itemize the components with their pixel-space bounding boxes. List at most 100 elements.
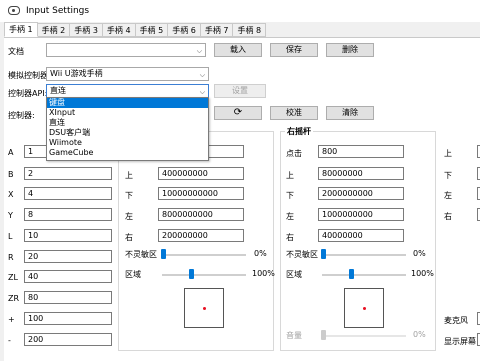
emulated-controller-label: 模拟控制器 [8, 71, 48, 80]
tab-controller-4[interactable]: 手柄 4 [102, 23, 136, 37]
button-label-zr: ZR [8, 294, 20, 303]
dpad-left-label: 左 [444, 191, 452, 200]
left-range-value: 100% [252, 269, 275, 278]
button-label-zl: ZL [8, 273, 18, 282]
load-button[interactable]: 载入 [214, 43, 262, 57]
left-stick-up-field[interactable]: 400000000 [158, 167, 244, 180]
window-title: Input Settings [26, 6, 90, 16]
right-stick-down-field[interactable]: 2000000000 [318, 187, 404, 200]
emulated-controller-value: Wii U游戏手柄 [50, 69, 103, 78]
left-deadzone-value: 0% [254, 249, 267, 258]
title-bar: Input Settings [0, 0, 480, 22]
volume-slider[interactable] [322, 335, 406, 337]
volume-slider-thumb[interactable] [321, 330, 326, 340]
right-deadzone-value: 0% [413, 249, 426, 258]
left-stick-down-field[interactable]: 10000000000 [158, 187, 244, 200]
right-stick-right-label: 右 [286, 233, 294, 242]
right-range-value: 100% [411, 269, 434, 278]
right-stick-up-field[interactable]: 80000000 [318, 167, 404, 180]
left-stick-right-label: 右 [125, 233, 133, 242]
dpad-right-label: 右 [444, 212, 452, 221]
right-stick-click-field[interactable]: 800 [318, 145, 404, 158]
right-stick-up-label: 上 [286, 171, 294, 180]
left-range-slider-thumb[interactable] [188, 269, 194, 279]
right-deadzone-slider-thumb[interactable] [321, 249, 326, 259]
button-label-plus: + [8, 315, 15, 324]
button-field-minus[interactable]: 200 [24, 333, 112, 346]
left-stick-up-label: 上 [125, 171, 133, 180]
delete-button[interactable]: 删除 [326, 43, 374, 57]
tab-controller-6[interactable]: 手柄 6 [168, 23, 201, 37]
button-label-b: B [8, 170, 14, 179]
api-option-gamecube[interactable]: GameCube [47, 148, 208, 158]
right-stick-title: 右摇杆 [285, 126, 313, 137]
button-field-plus[interactable]: 100 [24, 312, 112, 325]
refresh-button[interactable]: ⟳ [214, 106, 262, 120]
left-stick-left-field[interactable]: 8000000000 [158, 208, 244, 221]
button-field-r[interactable]: 20 [24, 250, 112, 263]
left-stick-right-field[interactable]: 200000000 [158, 229, 244, 242]
volume-value: 0% [413, 330, 426, 339]
api-option-wiimote[interactable]: Wiimote [47, 138, 208, 148]
dpad-up-label: 上 [444, 149, 452, 158]
button-field-zr[interactable]: 80 [24, 291, 112, 304]
show-screen-label: 显示屏幕 [444, 337, 476, 346]
save-button[interactable]: 保存 [270, 43, 318, 57]
api-option-xinput[interactable]: XInput [47, 108, 208, 118]
tab-controller-5[interactable]: 手柄 5 [135, 23, 169, 37]
left-deadzone-slider[interactable] [162, 254, 246, 256]
right-range-slider[interactable] [322, 274, 406, 276]
tab-controller-2[interactable]: 手柄 2 [37, 23, 71, 37]
api-option-keyboard[interactable]: 键盘 [47, 98, 208, 108]
volume-label: 音量 [286, 331, 302, 340]
left-stick-preview [184, 288, 224, 328]
chevron-down-icon: ⌵ [196, 47, 202, 55]
right-stick-right-field[interactable]: 40000000 [318, 229, 404, 242]
controller-label: 控制器: [8, 111, 35, 120]
api-dropdown-list: 键盘 XInput 直连 DSU客户端 Wiimote GameCube [46, 97, 209, 161]
tab-controller-1[interactable]: 手柄 1 [4, 22, 38, 37]
api-value: 直连 [50, 86, 66, 95]
clear-button[interactable]: 清除 [326, 106, 374, 120]
api-option-dsu-client[interactable]: DSU客户端 [47, 128, 208, 138]
gamepad-icon [8, 6, 20, 15]
right-range-label: 区域 [286, 270, 302, 279]
button-label-x: X [8, 190, 14, 199]
right-stick-click-label: 点击 [286, 149, 302, 158]
right-range-slider-thumb[interactable] [348, 269, 354, 279]
mic-label: 麦克风 [444, 316, 468, 325]
controller-tabs: 手柄 1 手柄 2 手柄 3 手柄 4 手柄 5 手柄 6 手柄 7 手柄 8 [4, 22, 267, 37]
profile-combo[interactable]: ⌵ [46, 43, 206, 57]
left-deadzone-label: 不灵敏区 [125, 250, 157, 259]
button-field-zl[interactable]: 40 [24, 270, 112, 283]
right-stick-position-dot [363, 307, 366, 310]
left-stick-down-label: 下 [125, 191, 133, 200]
api-label: 控制器API: [8, 89, 48, 98]
left-range-label: 区域 [125, 270, 141, 279]
button-field-x[interactable]: 4 [24, 187, 112, 200]
calibrate-button[interactable]: 校准 [270, 106, 318, 120]
button-field-y[interactable]: 8 [24, 208, 112, 221]
left-deadzone-slider-thumb[interactable] [161, 249, 166, 259]
button-label-a: A [8, 148, 14, 157]
api-combo[interactable]: 直连 ⌵ [46, 84, 209, 98]
button-field-b[interactable]: 2 [24, 167, 112, 180]
api-option-directinput[interactable]: 直连 [47, 118, 208, 128]
right-deadzone-label: 不灵敏区 [286, 250, 318, 259]
tab-controller-8[interactable]: 手柄 8 [233, 23, 267, 37]
tab-controller-3[interactable]: 手柄 3 [70, 23, 103, 37]
configure-button[interactable]: 设置 [214, 84, 266, 98]
right-stick-down-label: 下 [286, 191, 294, 200]
left-range-slider[interactable] [162, 274, 246, 276]
left-stick-left-label: 左 [125, 212, 133, 221]
button-label-minus: - [8, 336, 11, 345]
emulated-controller-combo[interactable]: Wii U游戏手柄 ⌵ [46, 67, 209, 81]
right-stick-left-field[interactable]: 1000000000 [318, 208, 404, 221]
button-field-l[interactable]: 10 [24, 229, 112, 242]
right-stick-preview [344, 288, 384, 328]
right-deadzone-slider[interactable] [322, 254, 406, 256]
tab-controller-7[interactable]: 手柄 7 [200, 23, 234, 37]
button-label-r: R [8, 253, 14, 262]
profile-label: 文档 [8, 47, 24, 56]
button-label-y: Y [8, 211, 13, 220]
